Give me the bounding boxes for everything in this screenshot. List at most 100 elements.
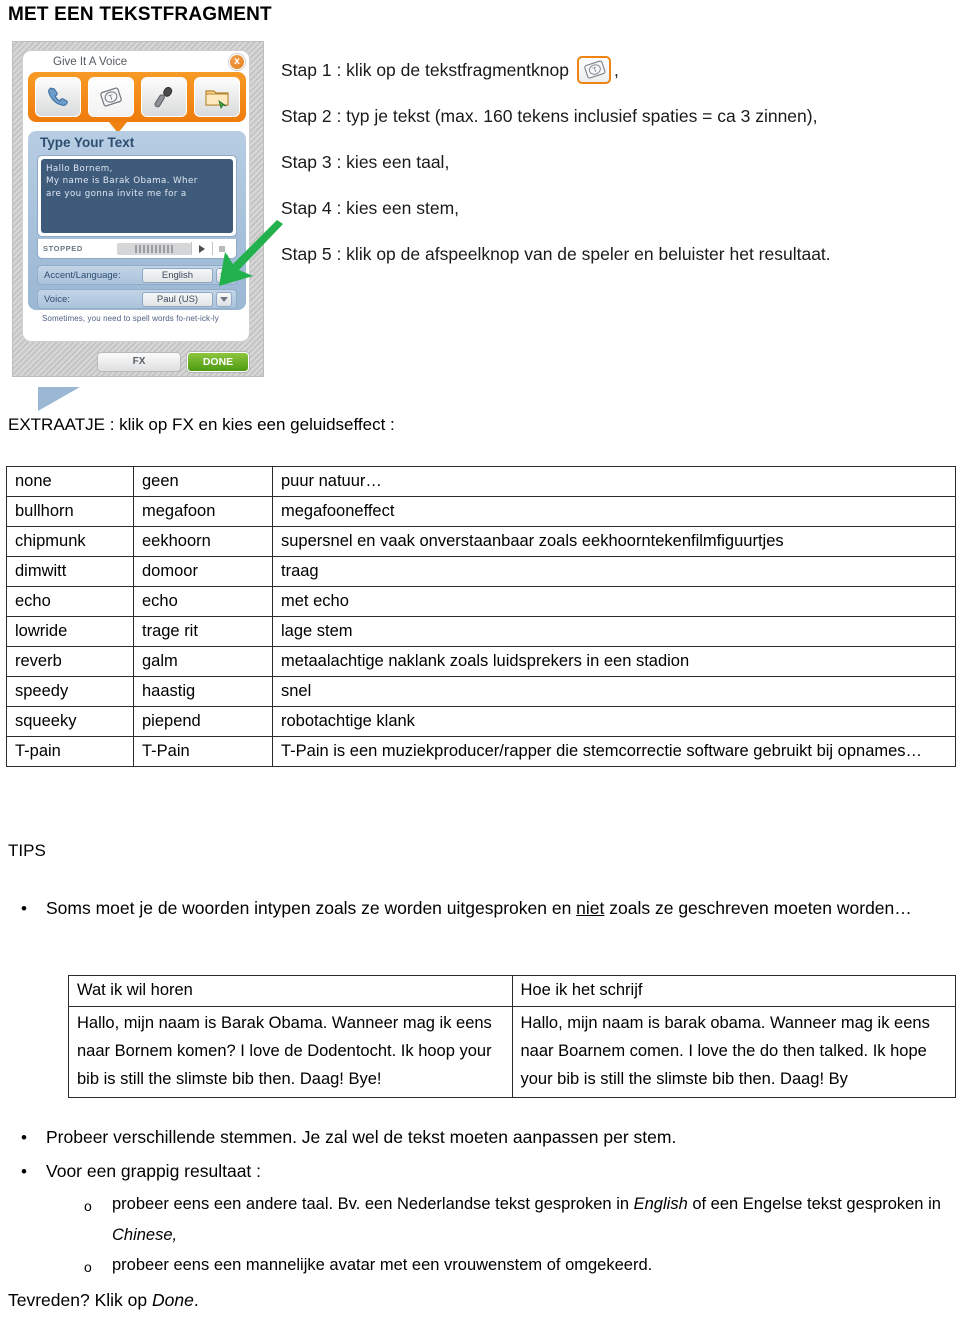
- cell-nl: piepend: [133, 706, 273, 737]
- cell-desc: supersnel en vaak onverstaanbaar zoals e…: [272, 526, 956, 557]
- type-your-text-panel: Type Your Text Hallo Bornem, My name is …: [28, 131, 246, 411]
- text-input[interactable]: Hallo Bornem, My name is Barak Obama. Wh…: [41, 159, 233, 233]
- table-row: T-pain T-Pain T-Pain is een muziekproduc…: [6, 736, 956, 767]
- accent-language-value[interactable]: English: [142, 267, 213, 283]
- text-input-wrapper[interactable]: Hallo Bornem, My name is Barak Obama. Wh…: [37, 155, 237, 237]
- player-controls: STOPPED: [37, 239, 237, 259]
- bullet-glyph: •: [21, 1162, 27, 1181]
- page-title: MET EEN TEKSTFRAGMENT: [8, 4, 272, 25]
- subbullet-glyph: o: [84, 1198, 92, 1214]
- cell-en: squeeky: [6, 706, 134, 737]
- tip-1-part2: zoals ze geschreven moeten worden…: [604, 898, 912, 918]
- cell-en: speedy: [6, 676, 134, 707]
- step-2: Stap 2 : typ je tekst (max. 160 tekens i…: [281, 106, 818, 126]
- microphone-icon-glyph: [153, 86, 172, 108]
- text-card-icon-glyph: T: [584, 60, 606, 79]
- chevron-down-icon[interactable]: [216, 267, 232, 283]
- table-row: dimwitt domoor traag: [6, 556, 956, 587]
- voice-row[interactable]: Voice: Paul (US): [37, 289, 237, 309]
- done-button[interactable]: DONE: [187, 352, 249, 372]
- folder-icon[interactable]: [193, 77, 240, 117]
- step-1: Stap 1 : klik op de tekstfragmentknop T …: [281, 55, 949, 85]
- tip-2-text: Probeer verschillende stemmen. Je zal we…: [46, 1127, 677, 1147]
- cell-desc: robotachtige klank: [272, 706, 956, 737]
- cell-nl: trage rit: [133, 616, 273, 647]
- cell-nl: haastig: [133, 676, 273, 707]
- cell-en: bullhorn: [6, 496, 134, 527]
- fx-button[interactable]: FX: [97, 352, 181, 372]
- text-card-icon[interactable]: T: [87, 77, 134, 117]
- cell-nl: galm: [133, 646, 273, 677]
- cell-desc: traag: [272, 556, 956, 587]
- tip-item-1: • Soms moet je de woorden intypen zoals z…: [21, 892, 951, 924]
- widget-title: Give It A Voice: [53, 56, 128, 68]
- stop-icon[interactable]: [212, 242, 231, 255]
- table-row: reverb galm metaalachtige naklank zoals …: [6, 646, 956, 677]
- extra-intro: EXTRAATJE : klik op FX en kies een gelui…: [8, 415, 395, 434]
- microphone-icon[interactable]: [140, 77, 187, 117]
- close-icon[interactable]: x: [229, 54, 245, 70]
- cell-desc: metaalachtige naklank zoals luidsprekers…: [272, 646, 956, 677]
- accent-language-label: Accent/Language:: [44, 269, 121, 281]
- cell-want-to-hear: Hallo, mijn naam is Barak Obama. Wanneer…: [68, 1006, 513, 1098]
- cell-en: chipmunk: [6, 526, 134, 557]
- cell-nl: domoor: [133, 556, 273, 587]
- document-page: MET EEN TEKSTFRAGMENT Give It A Voice x: [0, 0, 960, 1323]
- cell-en: none: [6, 466, 134, 497]
- cell-nl: geen: [133, 466, 273, 497]
- closing-part1: Tevreden? Klik op: [8, 1290, 152, 1310]
- step-3: Stap 3 : kies een taal,: [281, 152, 450, 172]
- subbullet-glyph: o: [84, 1259, 92, 1275]
- sub-tip-item-2: o probeer eens een mannelijke avatar met …: [84, 1250, 952, 1281]
- phone-icon-glyph: [47, 87, 68, 106]
- text-card-icon: T: [576, 56, 611, 84]
- bullet-glyph: •: [21, 899, 27, 918]
- player-status: STOPPED: [43, 244, 83, 253]
- sub-1-lang-chinese: Chinese,: [112, 1226, 178, 1244]
- widget-toolbar: T: [28, 72, 246, 122]
- accent-language-row[interactable]: Accent/Language: English: [37, 265, 237, 285]
- pronunciation-comparison-table: Wat ik wil horen Hoe ik het schrijf Hall…: [68, 975, 956, 1098]
- tip-1-emphasis: niet: [576, 898, 605, 918]
- cell-desc: megafooneffect: [272, 496, 956, 527]
- table-row: speedy haastig snel: [6, 676, 956, 707]
- closing-line: Tevreden? Klik op Done.: [8, 1290, 199, 1311]
- sub-1-part2: of een Engelse tekst gesproken in: [687, 1195, 941, 1213]
- bullet-glyph: •: [21, 1128, 27, 1147]
- cell-how-i-write: Hallo, mijn naam is barak obama. Wanneer…: [511, 1006, 956, 1098]
- column-header-right: Hoe ik het schrijf: [511, 975, 956, 1007]
- tip-item-2: • Probeer verschillende stemmen. Je zal w…: [21, 1123, 951, 1151]
- cell-en: T-pain: [6, 736, 134, 767]
- tip-item-3: • Voor een grappig resultaat :: [21, 1157, 951, 1185]
- voice-value[interactable]: Paul (US): [142, 291, 213, 307]
- cell-desc: lage stem: [272, 616, 956, 647]
- sound-effects-table: none geen puur natuur… bullhorn megafoon…: [6, 466, 956, 767]
- play-icon[interactable]: [191, 242, 212, 255]
- cell-en: dimwitt: [6, 556, 134, 587]
- table-row: lowride trage rit lage stem: [6, 616, 956, 647]
- cell-en: lowride: [6, 616, 134, 647]
- cell-nl: echo: [133, 586, 273, 617]
- step-5: Stap 5 : klik op de afspeelknop van de s…: [281, 244, 831, 264]
- spelling-hint: Sometimes, you need to spell words fo-ne…: [42, 314, 219, 323]
- phone-icon[interactable]: [34, 77, 81, 117]
- table-row: echo echo met echo: [6, 586, 956, 617]
- table-row: Hallo, mijn naam is Barak Obama. Wanneer…: [68, 1006, 956, 1098]
- comparison-table-body: Wat ik wil horen Hoe ik het schrijf Hall…: [68, 975, 956, 1098]
- cell-desc: snel: [272, 676, 956, 707]
- step-1-text: Stap 1 : klik op de tekstfragmentknop: [281, 60, 569, 80]
- step-4: Stap 4 : kies een stem,: [281, 198, 460, 218]
- table-row: Wat ik wil horen Hoe ik het schrijf: [68, 975, 956, 1007]
- cell-desc: met echo: [272, 586, 956, 617]
- closing-done-word: Done: [151, 1290, 194, 1310]
- table-row: none geen puur natuur…: [6, 466, 956, 497]
- chevron-down-icon[interactable]: [216, 291, 232, 307]
- text-card-icon-glyph: T: [99, 87, 122, 107]
- table-row: bullhorn megafoon megafooneffect: [6, 496, 956, 527]
- cell-nl: megafoon: [133, 496, 273, 527]
- type-your-text-label: Type Your Text: [40, 135, 135, 150]
- tips-heading: TIPS: [8, 841, 46, 860]
- step-1-comma: ,: [613, 60, 619, 80]
- level-meter: [117, 242, 191, 255]
- cell-nl: eekhoorn: [133, 526, 273, 557]
